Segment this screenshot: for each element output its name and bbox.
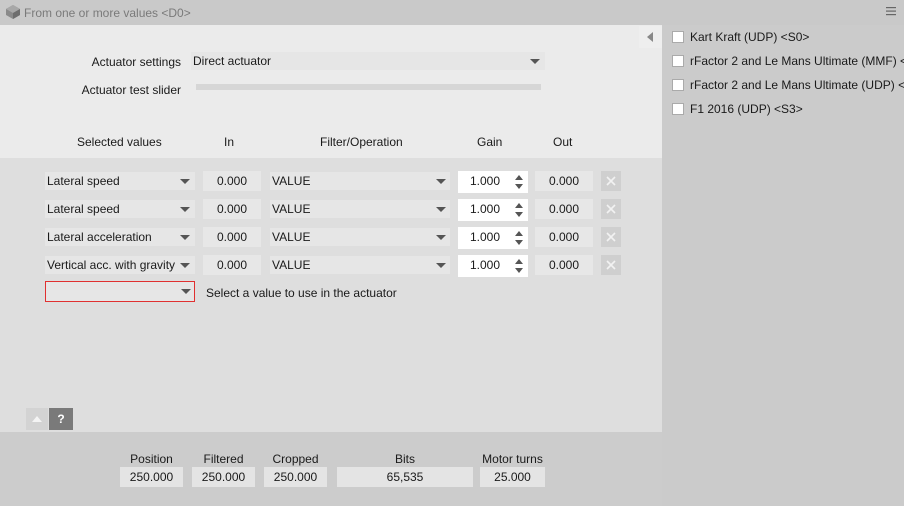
triangle-up-icon bbox=[32, 416, 42, 422]
position-value: 250.000 bbox=[120, 467, 183, 487]
help-button[interactable]: ? bbox=[49, 408, 73, 430]
filtered-value: 250.000 bbox=[192, 467, 255, 487]
value-select[interactable]: Vertical acc. with gravity bbox=[45, 256, 195, 274]
close-icon bbox=[606, 204, 616, 214]
chevron-down-icon bbox=[180, 207, 190, 212]
settings-area: Actuator settings Direct actuator Actuat… bbox=[0, 25, 662, 158]
table-row: Vertical acc. with gravity 0.000 VALUE 1… bbox=[0, 255, 662, 277]
triangle-left-icon bbox=[647, 32, 653, 42]
gain-stepper[interactable]: 1.000 bbox=[458, 227, 528, 249]
in-value: 0.000 bbox=[203, 171, 261, 191]
col-out: Out bbox=[553, 135, 573, 149]
source-checkbox[interactable] bbox=[672, 103, 684, 115]
remove-row-button[interactable] bbox=[601, 171, 621, 191]
in-value: 0.000 bbox=[203, 227, 261, 247]
col-in: In bbox=[224, 135, 235, 149]
out-value: 0.000 bbox=[535, 255, 593, 275]
window-title: From one or more values <D0> bbox=[24, 6, 191, 20]
motor-turns-value: 25.000 bbox=[480, 467, 545, 487]
col-gain: Gain bbox=[477, 135, 503, 149]
spin-up-icon[interactable] bbox=[515, 175, 523, 180]
remove-row-button[interactable] bbox=[601, 255, 621, 275]
col-selected-values: Selected values bbox=[77, 135, 162, 149]
actuator-settings-label: Actuator settings bbox=[91, 55, 181, 69]
spin-up-icon[interactable] bbox=[515, 259, 523, 264]
table-row: Lateral acceleration 0.000 VALUE 1.000 0… bbox=[0, 227, 662, 249]
collapse-up-button[interactable] bbox=[26, 408, 48, 430]
value-select[interactable]: Lateral speed bbox=[45, 200, 195, 218]
collapse-sources-button[interactable] bbox=[639, 26, 663, 48]
close-icon bbox=[606, 232, 616, 242]
spin-down-icon[interactable] bbox=[515, 268, 523, 273]
motor-turns-label: Motor turns bbox=[482, 452, 543, 466]
source-checkbox[interactable] bbox=[672, 31, 684, 43]
actuator-panel: Actuator settings Direct actuator Actuat… bbox=[0, 25, 662, 506]
out-value: 0.000 bbox=[535, 227, 593, 247]
gain-stepper[interactable]: 1.000 bbox=[458, 199, 528, 221]
bits-label: Bits bbox=[394, 452, 415, 466]
cropped-label: Cropped bbox=[272, 452, 319, 466]
stats-bar: Position 250.000 Filtered 250.000 Croppe… bbox=[0, 432, 662, 506]
gain-stepper[interactable]: 1.000 bbox=[458, 171, 528, 193]
bits-value: 65,535 bbox=[337, 467, 473, 487]
remove-row-button[interactable] bbox=[601, 227, 621, 247]
filter-select[interactable]: VALUE bbox=[270, 200, 450, 218]
chevron-down-icon bbox=[436, 235, 446, 240]
table-row: Lateral speed 0.000 VALUE 1.000 0.000 bbox=[0, 199, 662, 221]
actuator-slider-label: Actuator test slider bbox=[81, 83, 181, 97]
source-checkbox[interactable] bbox=[672, 55, 684, 67]
in-value: 0.000 bbox=[203, 199, 261, 219]
chevron-down-icon bbox=[180, 235, 190, 240]
chevron-down-icon bbox=[530, 59, 540, 64]
spin-down-icon[interactable] bbox=[515, 212, 523, 217]
spin-up-icon[interactable] bbox=[515, 231, 523, 236]
gain-stepper[interactable]: 1.000 bbox=[458, 255, 528, 277]
chevron-down-icon bbox=[180, 263, 190, 268]
hamburger-icon[interactable] bbox=[885, 5, 897, 17]
in-value: 0.000 bbox=[203, 255, 261, 275]
close-icon bbox=[606, 260, 616, 270]
spin-down-icon[interactable] bbox=[515, 240, 523, 245]
sources-panel: Kart Kraft (UDP) <S0> rFactor 2 and Le M… bbox=[662, 25, 904, 506]
value-select[interactable]: Lateral acceleration bbox=[45, 228, 195, 246]
source-checkbox[interactable] bbox=[672, 79, 684, 91]
position-label: Position bbox=[130, 452, 173, 466]
chevron-down-icon bbox=[181, 289, 191, 294]
filtered-label: Filtered bbox=[203, 452, 244, 466]
new-value-select[interactable] bbox=[45, 281, 195, 302]
actuator-test-slider[interactable] bbox=[196, 84, 541, 90]
filter-select[interactable]: VALUE bbox=[270, 228, 450, 246]
value-select[interactable]: Lateral speed bbox=[45, 172, 195, 190]
actuator-settings-select[interactable]: Direct actuator bbox=[191, 52, 545, 70]
spin-up-icon[interactable] bbox=[515, 203, 523, 208]
out-value: 0.000 bbox=[535, 199, 593, 219]
chevron-down-icon bbox=[436, 207, 446, 212]
table-row: Lateral speed 0.000 VALUE 1.000 0.000 bbox=[0, 171, 662, 193]
out-value: 0.000 bbox=[535, 171, 593, 191]
title-bar: From one or more values <D0> bbox=[0, 0, 904, 25]
chevron-down-icon bbox=[436, 263, 446, 268]
col-filter-operation: Filter/Operation bbox=[320, 135, 403, 149]
cropped-value: 250.000 bbox=[264, 467, 327, 487]
spin-down-icon[interactable] bbox=[515, 184, 523, 189]
remove-row-button[interactable] bbox=[601, 199, 621, 219]
chevron-down-icon bbox=[180, 179, 190, 184]
filter-select[interactable]: VALUE bbox=[270, 256, 450, 274]
close-icon bbox=[606, 176, 616, 186]
chevron-down-icon bbox=[436, 179, 446, 184]
new-value-hint: Select a value to use in the actuator bbox=[206, 286, 397, 300]
cube-icon bbox=[6, 5, 20, 19]
filter-select[interactable]: VALUE bbox=[270, 172, 450, 190]
